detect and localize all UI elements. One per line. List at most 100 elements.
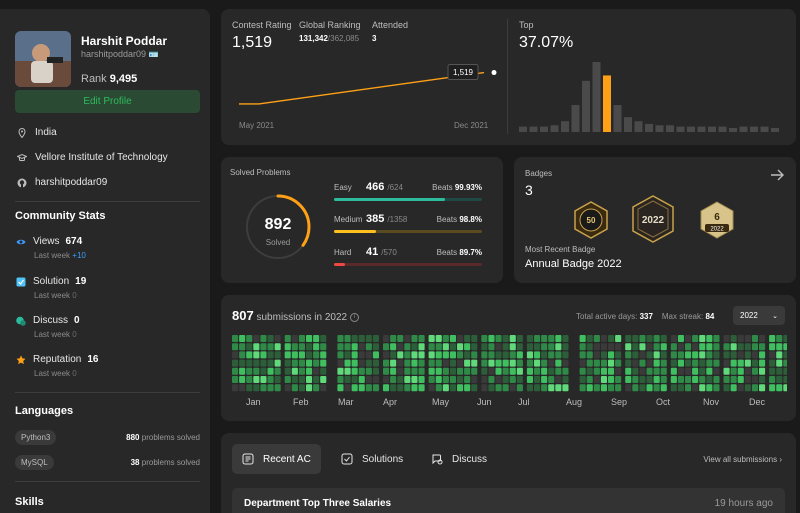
heatmap-cell	[548, 376, 555, 383]
badge-mini-icon: 🪪	[148, 50, 159, 59]
badge-6-2022-icon[interactable]: 6 2022	[699, 201, 735, 239]
divider	[15, 481, 200, 482]
edit-profile-button[interactable]: Edit Profile	[15, 90, 200, 113]
heatmap-cell	[397, 343, 404, 351]
language-chip[interactable]: MySQL	[15, 455, 54, 470]
heatmap-cell	[313, 351, 320, 359]
contest-rating-label: Contest Rating	[232, 20, 292, 30]
heatmap-cell	[246, 376, 253, 383]
heatmap-cell	[428, 359, 435, 367]
heatmap-cell	[404, 351, 411, 359]
heatmap-cell	[464, 351, 471, 359]
solved-problems-card: Solved Problems 892 Solved Easy 466/624 Be…	[221, 157, 503, 283]
heatmap-cell	[344, 351, 351, 359]
heatmap-cell	[632, 376, 639, 383]
heatmap-cell	[502, 343, 509, 351]
heatmap-cell	[260, 384, 267, 392]
language-chip[interactable]: Python3	[15, 430, 57, 445]
heatmap-cell	[541, 359, 548, 367]
heatmap-cell	[670, 367, 677, 375]
month-label: Jan	[246, 397, 261, 407]
badge-50-days-icon[interactable]: 50	[573, 201, 609, 239]
heatmap-cell	[464, 343, 471, 351]
badges-card: Badges 3 50 2022 6 2022 Most Recent Badg…	[514, 157, 796, 283]
heatmap-cell	[615, 376, 622, 383]
histogram-bar	[540, 126, 548, 132]
heatmap-cell	[404, 384, 411, 392]
heatmap-cell	[555, 335, 562, 342]
badges-count: 3	[525, 182, 533, 198]
eye-icon	[16, 239, 26, 244]
heatmap-cell	[555, 343, 562, 351]
info-icon[interactable]: i	[349, 312, 359, 322]
heatmap-cell	[639, 335, 646, 342]
heatmap-cell	[390, 359, 397, 367]
heatmap-cell	[677, 351, 684, 359]
rating-distribution-histogram[interactable]	[519, 57, 787, 133]
recent-submissions-card: Recent AC Solutions Discuss View all sub…	[221, 433, 796, 513]
heatmap-cell	[390, 343, 397, 351]
heatmap-cell	[639, 376, 646, 383]
heatmap-cell	[411, 343, 418, 351]
avatar[interactable]	[15, 31, 71, 87]
heatmap-cell	[541, 384, 548, 392]
histogram-bar	[529, 126, 538, 132]
year-dropdown[interactable]: 2022 ⌄	[733, 306, 785, 325]
heatmap-cell	[320, 351, 327, 359]
heatmap-cell	[428, 335, 435, 342]
heatmap-cell	[495, 376, 502, 383]
heatmap-cell	[555, 367, 562, 375]
heatmap-cell	[397, 359, 404, 367]
tab-discuss[interactable]: Discuss	[421, 444, 497, 474]
attended-value: 3	[372, 34, 377, 43]
heatmap-cell	[253, 359, 260, 367]
heatmap-cell	[783, 376, 787, 383]
heatmap-cell	[600, 335, 607, 342]
heatmap-cell	[246, 384, 253, 392]
heatmap-cell	[351, 359, 358, 367]
histogram-bar	[550, 125, 559, 132]
heatmap-cell	[526, 376, 533, 383]
view-all-submissions-link[interactable]: View all submissions ›	[703, 455, 782, 464]
heatmap-cell	[723, 376, 730, 383]
heatmap-cell	[232, 343, 239, 351]
heatmap-cell	[365, 335, 372, 342]
heatmap-cell	[365, 376, 372, 383]
heatmap-cell	[646, 359, 653, 367]
heatmap-cell	[390, 384, 397, 392]
heatmap-cell	[372, 367, 379, 375]
heatmap-cell	[306, 384, 313, 392]
global-ranking-value: 131,342/362,085	[299, 34, 360, 43]
heatmap-cell	[471, 367, 478, 375]
badge-annual-2022-icon[interactable]: 2022	[631, 195, 675, 243]
histogram-bar	[666, 125, 674, 132]
month-labels: Jan Feb Mar Apr May Jun Jul Aug Sep Oct Nov Dec	[221, 397, 796, 409]
heatmap-cell	[383, 351, 390, 359]
arrow-right-icon[interactable]	[770, 169, 784, 181]
solved-problems-title: Solved Problems	[230, 168, 291, 177]
rating-point	[491, 70, 497, 76]
heatmap-cell	[586, 367, 593, 375]
heatmap-cell	[670, 359, 677, 367]
heatmap-cell	[579, 359, 586, 367]
submission-heatmap[interactable]	[232, 335, 787, 393]
heatmap-cell	[783, 384, 787, 392]
github-row[interactable]: harshitpoddar09	[17, 177, 107, 188]
month-label: Nov	[703, 397, 720, 407]
heatmap-cell	[692, 359, 699, 367]
contest-rating-value: 1,519	[232, 34, 273, 51]
heatmap-cell	[713, 343, 720, 351]
tab-solutions[interactable]: Solutions	[331, 444, 413, 474]
heatmap-cell	[239, 384, 246, 392]
heatmap-cell	[730, 376, 737, 383]
stat-reputation: Reputation 16 Last week 0	[16, 354, 99, 378]
list-item[interactable]: Department Top Three Salaries 19 hours a…	[232, 488, 785, 513]
heatmap-cell	[404, 367, 411, 375]
heatmap-cell	[653, 376, 660, 383]
rating-history-chart[interactable]: 1,519	[231, 59, 501, 119]
heatmap-cell	[653, 343, 660, 351]
heatmap-cell	[759, 343, 766, 351]
heatmap-cell	[639, 384, 646, 392]
month-label: Dec	[749, 397, 766, 407]
tab-recent-ac[interactable]: Recent AC	[232, 444, 321, 474]
